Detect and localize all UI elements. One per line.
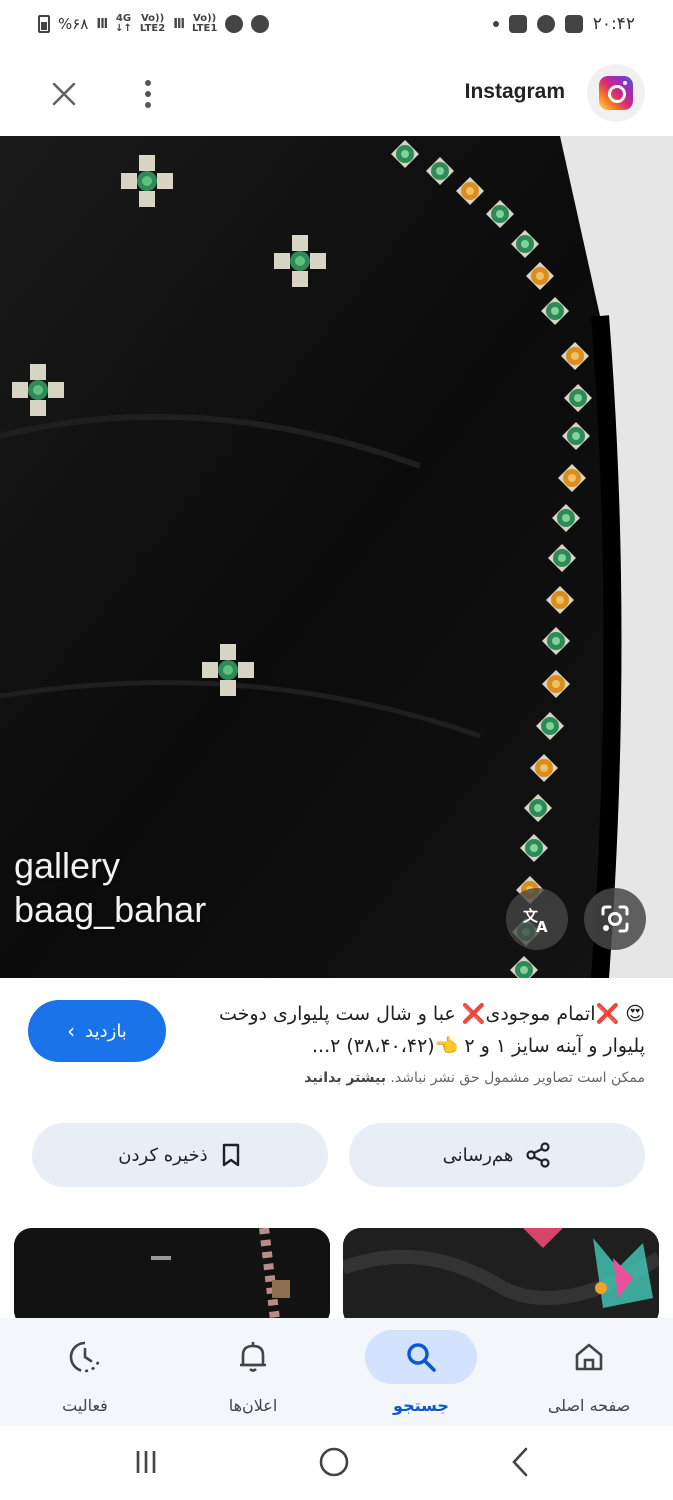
clock: ۲۰:۴۲ <box>592 14 635 34</box>
system-home-icon[interactable] <box>304 1440 364 1484</box>
nav-activity-label: فعالیت <box>62 1396 108 1415</box>
search-icon <box>365 1330 477 1384</box>
status-left: %۶۸ Ill 4G ↓↑ Vo)) LTE2 Ill Vo)) LTE1 <box>38 13 270 34</box>
status-right: ۲۰:۴۲ <box>492 14 635 34</box>
share-button[interactable]: هم‌رسانی <box>349 1123 645 1187</box>
bookmark-icon <box>222 1143 239 1167</box>
visit-button[interactable]: ‹ بازدید <box>28 1000 166 1062</box>
system-navigation-bar <box>0 1426 673 1500</box>
save-label: ذخیره کردن <box>118 1144 208 1166</box>
image-watermark: gallery baag_bahar <box>14 844 206 932</box>
data-type: 4G ↓↑ <box>115 13 132 34</box>
share-label: هم‌رسانی <box>442 1144 514 1166</box>
chevron-left-icon: ‹ <box>67 1019 76 1043</box>
result-info: ‹ بازدید 😍 ❌اتمام موجودی❌ عبا و شال ست پ… <box>0 978 673 1228</box>
alarm-icon <box>225 15 244 33</box>
nav-notifications[interactable]: اعلان‌ها <box>178 1330 328 1420</box>
network-lte1: Vo)) LTE1 <box>191 13 218 34</box>
site-title[interactable]: Instagram <box>465 80 565 104</box>
nav-home[interactable]: صفحه اصلی <box>514 1330 664 1420</box>
face-icon <box>251 15 270 33</box>
share-icon <box>526 1142 550 1168</box>
top-bar: Instagram <box>0 56 673 136</box>
main-image[interactable]: gallery baag_bahar 文A <box>0 136 673 978</box>
recent-apps-icon[interactable] <box>116 1440 176 1484</box>
whatsapp-icon <box>536 15 555 33</box>
home-icon <box>533 1330 645 1384</box>
close-icon[interactable] <box>42 72 86 116</box>
bottom-navigation: فعالیت اعلان‌ها جستجو صفحه اصلی <box>0 1318 673 1426</box>
bell-icon <box>197 1330 309 1384</box>
watermark-line2: baag_bahar <box>14 889 207 930</box>
copyright-notice: ممکن است تصاویر مشمول حق نشر نباشد. بیشت… <box>145 1070 645 1086</box>
watermark-line1: gallery <box>14 845 121 886</box>
nav-search[interactable]: جستجو <box>346 1330 496 1420</box>
network-lte2: Vo)) LTE2 <box>139 13 166 34</box>
copyright-text: ممکن است تصاویر مشمول حق نشر نباشد. <box>390 1070 645 1086</box>
nav-home-label: صفحه اصلی <box>547 1396 631 1415</box>
related-image[interactable] <box>343 1228 659 1318</box>
back-icon[interactable] <box>490 1440 550 1484</box>
activity-icon <box>29 1330 141 1384</box>
instagram-logo-icon[interactable] <box>587 64 645 122</box>
more-options-icon[interactable] <box>126 72 170 116</box>
related-image[interactable] <box>14 1228 330 1318</box>
image-caption[interactable]: 😍 ❌اتمام موجودی❌ عبا و شال ست پلیواری دو… <box>205 998 645 1062</box>
visit-label: بازدید <box>85 1020 127 1042</box>
save-button[interactable]: ذخیره کردن <box>32 1123 328 1187</box>
translate-icon[interactable]: 文A <box>506 888 568 950</box>
related-images <box>0 1228 673 1318</box>
nav-notifications-label: اعلان‌ها <box>228 1396 278 1415</box>
status-bar: %۶۸ Ill 4G ↓↑ Vo)) LTE2 Ill Vo)) LTE1 ۲۰:۴۲ <box>0 0 673 56</box>
notification-dot-icon <box>492 21 499 27</box>
battery-icon <box>38 15 50 33</box>
gallery-icon <box>564 15 583 33</box>
signal-icon-2: Ill <box>173 16 185 32</box>
nav-activity[interactable]: فعالیت <box>10 1330 160 1420</box>
signal-icon: Ill <box>96 16 108 32</box>
learn-more-link[interactable]: بیشتر بدانید <box>304 1070 386 1086</box>
app-notification-icon <box>508 15 527 33</box>
google-lens-icon[interactable] <box>584 888 646 950</box>
nav-search-label: جستجو <box>393 1396 449 1415</box>
svg-text:A: A <box>536 918 548 935</box>
battery-level: %۶۸ <box>58 15 89 33</box>
